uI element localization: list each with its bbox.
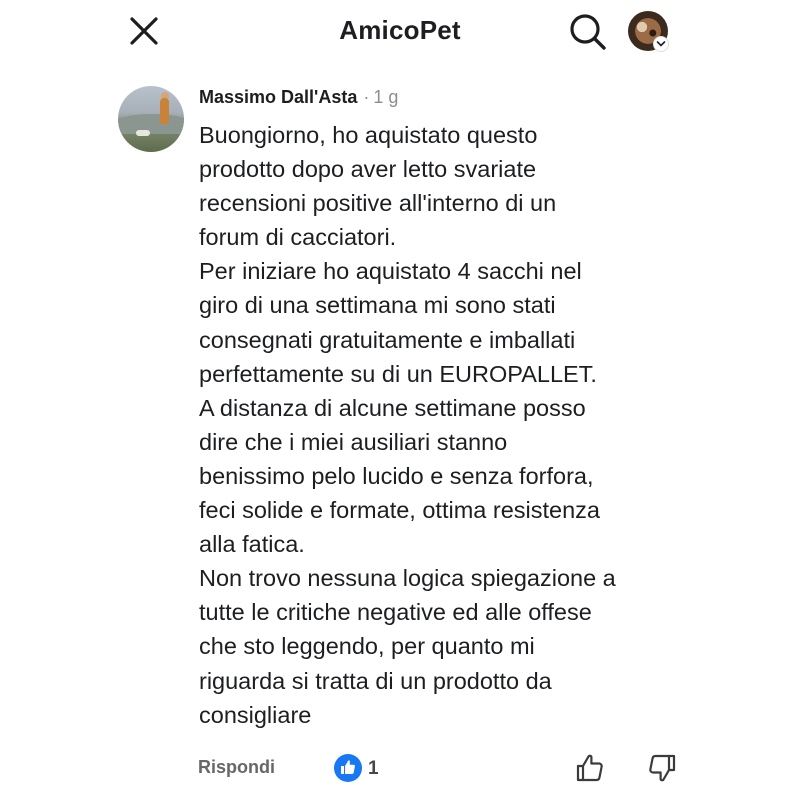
comment-text-line: forum di cacciatori. bbox=[199, 224, 397, 251]
comment-text-line: perfettamente su di un EUROPALLET. bbox=[199, 360, 597, 387]
comment-text-line: benissimo pelo lucido e senza forfora, bbox=[199, 462, 594, 489]
chevron-down-icon bbox=[653, 36, 669, 52]
comment-text-line: giro di una settimana mi sono stati bbox=[199, 292, 556, 319]
reply-button[interactable]: Rispondi bbox=[198, 757, 275, 778]
comment-text-line: Buongiorno, ho aquistato questo bbox=[199, 122, 538, 148]
comment-text-line: consegnati gratuitamente e imballati bbox=[199, 326, 576, 353]
comment-text-line: A distanza di alcune settimane posso bbox=[199, 394, 586, 421]
dislike-button[interactable] bbox=[646, 752, 678, 784]
reaction-count[interactable]: 1 bbox=[368, 758, 379, 780]
like-button[interactable] bbox=[574, 752, 606, 784]
comment-text-line: che sto leggendo, per quanto mi bbox=[199, 633, 535, 660]
comment-text-line: Non trovo nessuna logica spiegazione a bbox=[199, 565, 616, 592]
profile-menu-button[interactable] bbox=[628, 11, 672, 53]
comment-text-line: dire che i miei ausiliari stanno bbox=[199, 428, 508, 455]
comment-text-line: consigliare bbox=[199, 701, 312, 728]
thumbs-down-icon bbox=[649, 754, 676, 782]
search-icon bbox=[570, 14, 606, 50]
comment-text-line: feci solide e formate, ottima resistenza bbox=[199, 497, 600, 524]
comment-text: Buongiorno, ho aquistato questo prodotto… bbox=[199, 118, 719, 732]
like-reaction-icon[interactable] bbox=[334, 754, 362, 782]
comment-header: Massimo Dall'Asta · 1 g bbox=[199, 87, 398, 108]
comment-text-line: prodotto dopo aver letto svariate bbox=[199, 156, 537, 183]
comment-text-line: Per iniziare ho aquistato 4 sacchi nel bbox=[199, 258, 582, 285]
comment-text-line: alla fatica. bbox=[199, 531, 305, 558]
comment-text-line: recensioni positive all'interno di un bbox=[199, 190, 557, 217]
comment-timestamp: 1 g bbox=[373, 87, 399, 107]
comment-author-name[interactable]: Massimo Dall'Asta bbox=[199, 87, 357, 107]
comment-text-line: tutte le critiche negative ed alle offes… bbox=[199, 599, 592, 626]
page-title: AmicoPet bbox=[339, 15, 461, 45]
search-button[interactable] bbox=[566, 10, 610, 54]
top-bar: AmicoPet bbox=[0, 0, 800, 64]
separator-dot: · bbox=[363, 87, 370, 107]
comment-text-line: riguarda si tratta di un prodotto da bbox=[199, 667, 552, 694]
commenter-avatar[interactable] bbox=[118, 86, 184, 152]
thumbs-up-icon bbox=[576, 754, 603, 782]
